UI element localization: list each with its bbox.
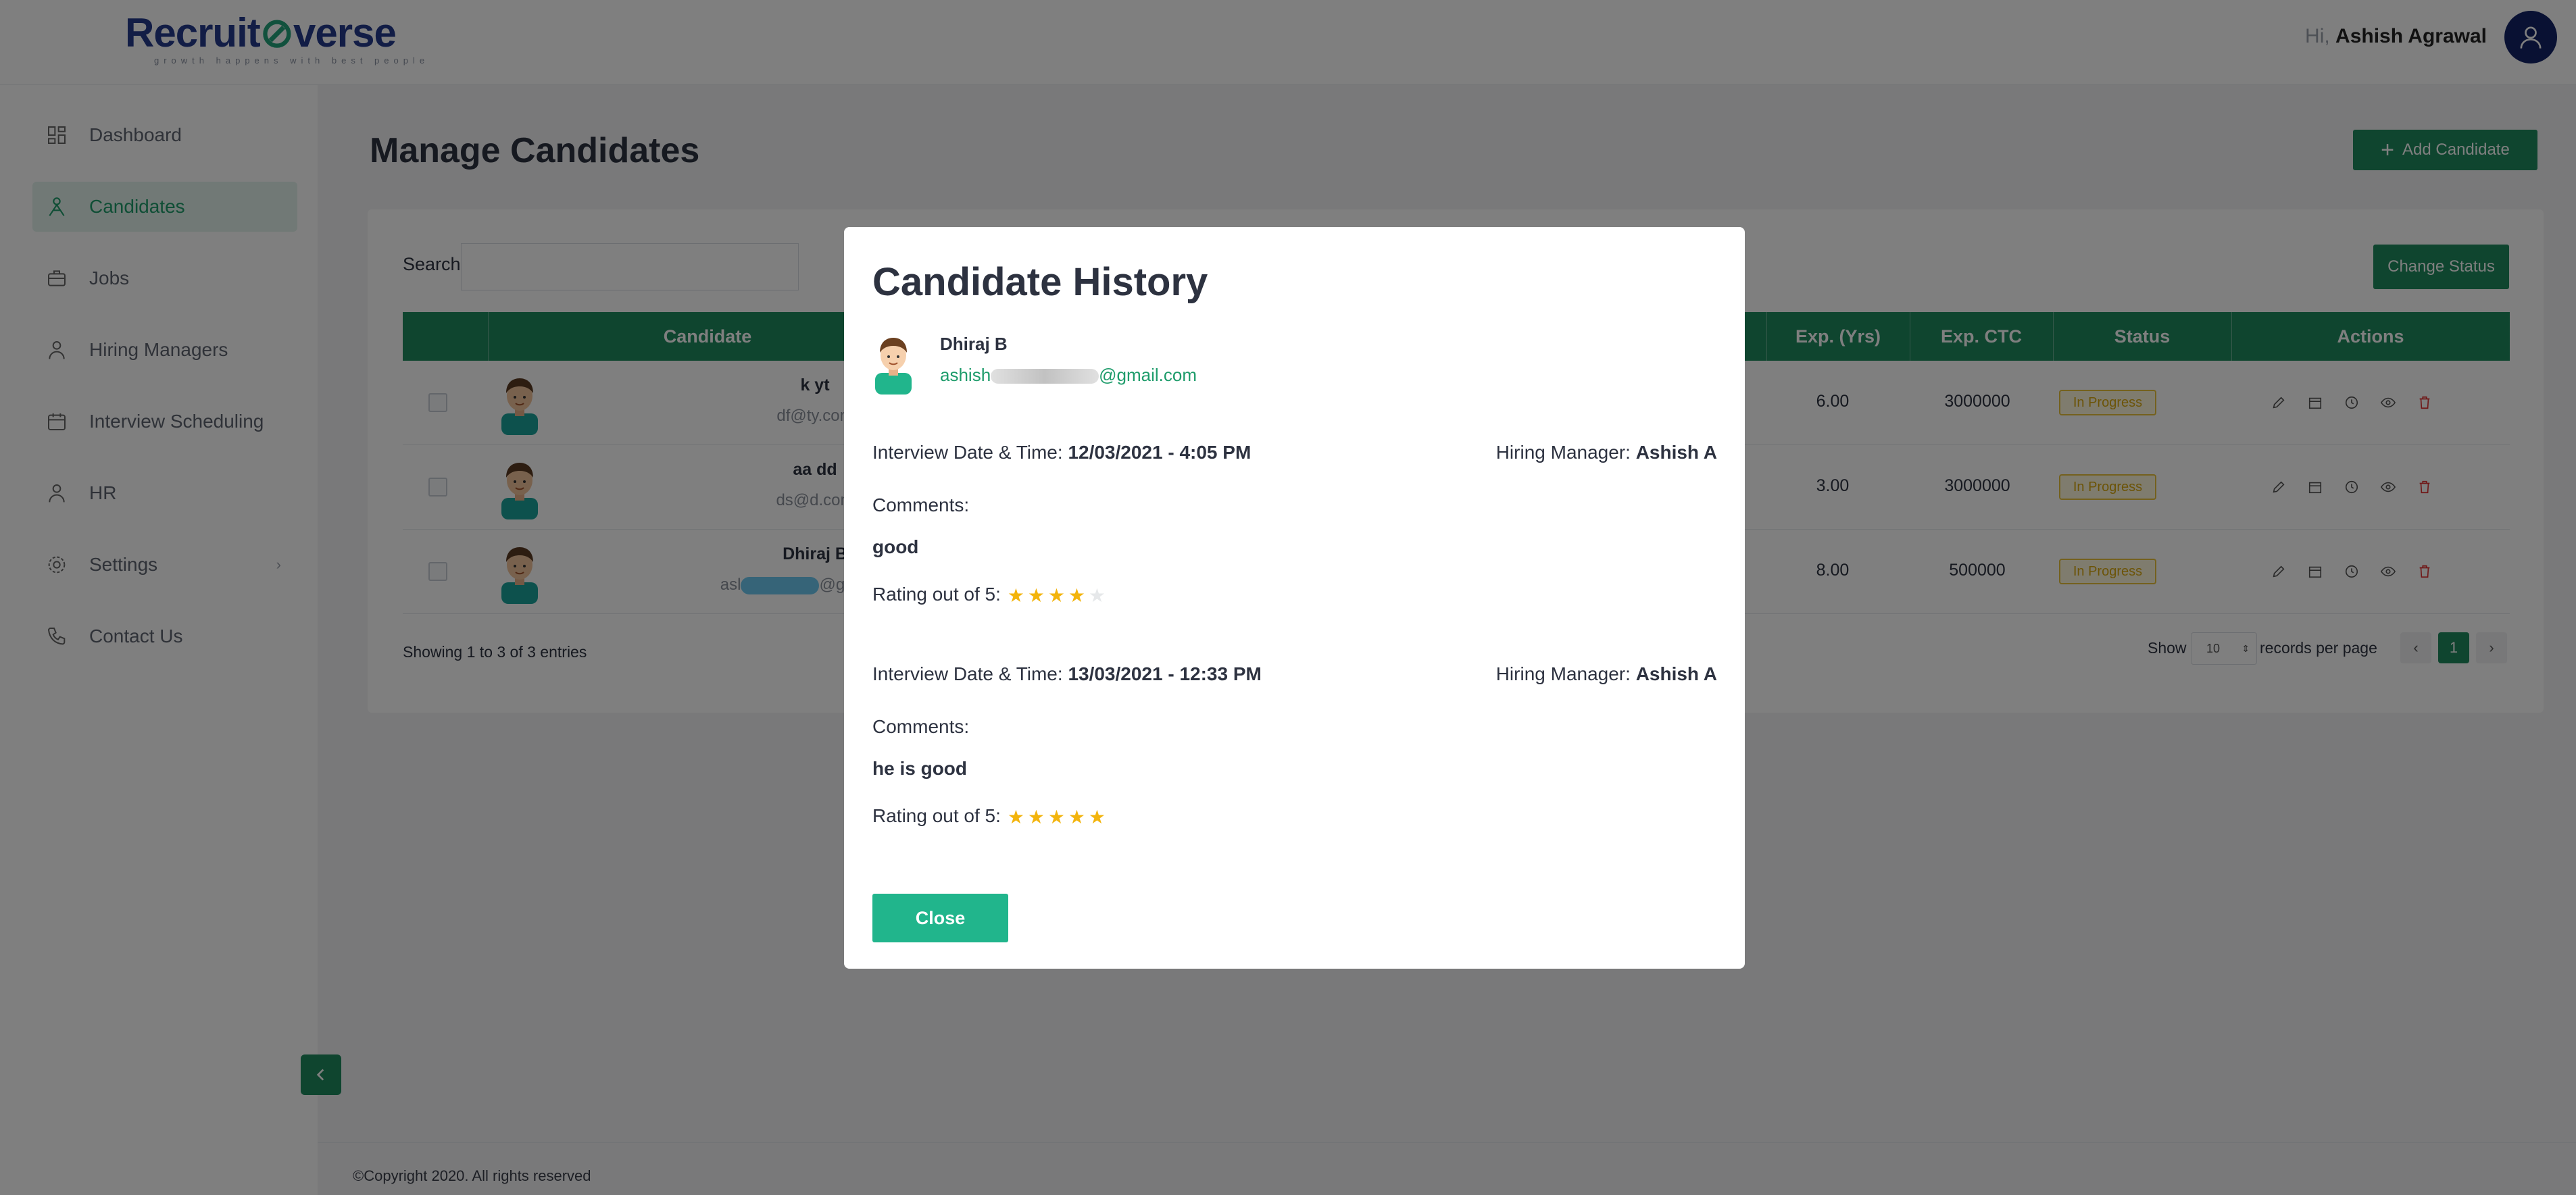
comments-label: Comments: (872, 494, 970, 515)
candidate-avatar (875, 338, 912, 395)
star-filled-icon: ★ (1068, 806, 1086, 828)
comment-text: he is good (872, 758, 967, 779)
modal-candidate-name: Dhiraj B (940, 334, 1008, 354)
star-filled-icon: ★ (1047, 806, 1066, 828)
close-button[interactable]: Close (872, 894, 1008, 942)
comment-text: good (872, 536, 919, 557)
modal-candidate-email: ashish @gmail.com (940, 365, 1197, 385)
rating-stars: ★ ★ ★ ★ ★ (1007, 806, 1106, 828)
hiring-manager: Hiring Manager: Ashish A (1495, 663, 1717, 684)
interview-datetime: Interview Date & Time: 13/03/2021 - 12:3… (872, 663, 1262, 684)
star-empty-icon: ★ (1088, 584, 1106, 606)
star-filled-icon: ★ (1027, 806, 1045, 828)
rating-stars: ★ ★ ★ ★ ★ (1007, 584, 1106, 606)
star-filled-icon: ★ (1027, 584, 1045, 606)
star-filled-icon: ★ (1047, 584, 1066, 606)
rating: Rating out of 5: ★ ★ ★ ★ ★ (872, 584, 1106, 606)
comments-label: Comments: (872, 716, 970, 737)
rating: Rating out of 5: ★ ★ ★ ★ ★ (872, 805, 1106, 828)
modal-title: Candidate History (872, 260, 1208, 304)
star-filled-icon: ★ (1007, 806, 1025, 828)
interview-datetime: Interview Date & Time: 12/03/2021 - 4:05… (872, 442, 1252, 463)
star-filled-icon: ★ (1068, 584, 1086, 606)
star-filled-icon: ★ (1007, 584, 1025, 606)
hiring-manager: Hiring Manager: Ashish A (1495, 442, 1717, 463)
star-filled-icon: ★ (1088, 806, 1106, 828)
redacted-blur (991, 369, 1099, 384)
